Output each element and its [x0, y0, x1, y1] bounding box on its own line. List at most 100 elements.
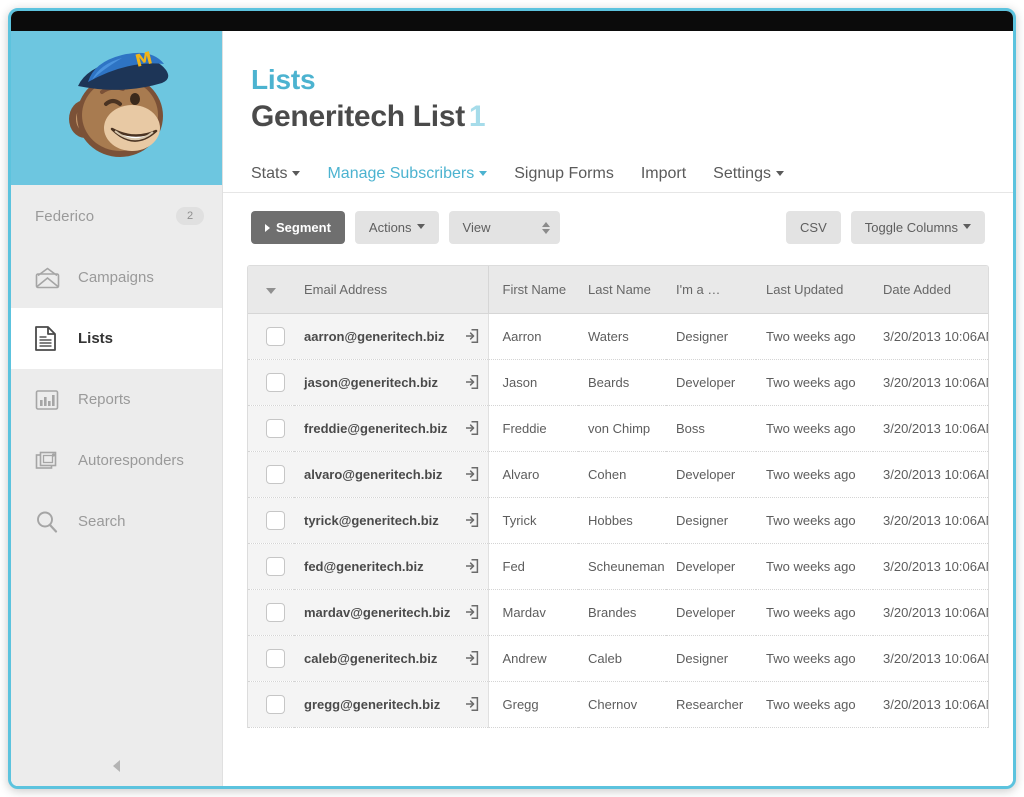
row-checkbox-cell [248, 681, 294, 727]
open-profile-icon[interactable] [465, 605, 479, 620]
table-row[interactable]: jason@generitech.bizJasonBeardsDeveloper… [248, 359, 988, 405]
cell-first-name: Freddie [488, 405, 578, 451]
row-checkbox[interactable] [266, 465, 285, 484]
email-text: caleb@generitech.biz [304, 651, 437, 666]
sidebar-item-search[interactable]: Search [11, 491, 222, 552]
open-profile-icon[interactable] [465, 467, 479, 482]
sidebar-collapse-button[interactable] [11, 760, 222, 772]
view-select-label: View [463, 220, 491, 235]
row-checkbox[interactable] [266, 373, 285, 392]
cell-first-name: Andrew [488, 635, 578, 681]
cell-date-added: 3/20/2013 10:06AM [873, 497, 988, 543]
tab-settings[interactable]: Settings [713, 165, 784, 192]
tab-label: Manage Subscribers [327, 165, 474, 182]
table-row[interactable]: aarron@generitech.bizAarronWatersDesigne… [248, 313, 988, 359]
chevron-down-icon [479, 171, 487, 176]
cell-last-name: von Chimp [578, 405, 666, 451]
column-header-role[interactable]: I'm a … [666, 266, 756, 313]
row-checkbox[interactable] [266, 419, 285, 438]
cards-icon [35, 450, 63, 472]
subscribers-table: Email Address First Name Last Name I'm a… [248, 266, 988, 728]
tab-import[interactable]: Import [641, 165, 686, 192]
cell-email: fed@generitech.biz [294, 543, 488, 589]
sidebar-item-label: Autoresponders [78, 453, 184, 468]
table-row[interactable]: caleb@generitech.bizAndrewCalebDesignerT… [248, 635, 988, 681]
open-profile-icon[interactable] [465, 651, 479, 666]
sidebar-user-badge: 2 [176, 207, 204, 225]
csv-button-label: CSV [800, 220, 827, 235]
column-header-last-updated[interactable]: Last Updated [756, 266, 873, 313]
cell-email: mardav@generitech.biz [294, 589, 488, 635]
cell-last-updated: Two weeks ago [756, 359, 873, 405]
row-checkbox-cell [248, 497, 294, 543]
open-profile-icon[interactable] [465, 559, 479, 574]
cell-last-updated: Two weeks ago [756, 635, 873, 681]
sidebar-item-autoresponders[interactable]: Autoresponders [11, 430, 222, 491]
row-checkbox[interactable] [266, 603, 285, 622]
tab-label: Stats [251, 165, 287, 182]
view-select[interactable]: View [449, 211, 560, 244]
cell-date-added: 3/20/2013 10:06AM [873, 635, 988, 681]
row-checkbox-cell [248, 589, 294, 635]
stepper-icon [542, 222, 550, 234]
cell-last-name: Cohen [578, 451, 666, 497]
cell-date-added: 3/20/2013 10:06AM [873, 543, 988, 589]
tab-signup-forms[interactable]: Signup Forms [514, 165, 614, 192]
table-row[interactable]: tyrick@generitech.bizTyrickHobbesDesigne… [248, 497, 988, 543]
table-row[interactable]: mardav@generitech.bizMardavBrandesDevelo… [248, 589, 988, 635]
page-header: Lists Generitech List1 [223, 31, 1013, 134]
cell-date-added: 3/20/2013 10:06AM [873, 451, 988, 497]
sidebar-item-reports[interactable]: Reports [11, 369, 222, 430]
open-profile-icon[interactable] [465, 329, 479, 344]
cell-first-name: Tyrick [488, 497, 578, 543]
main-content: Lists Generitech List1 Stats Manage Subs… [223, 31, 1013, 786]
email-text: alvaro@generitech.biz [304, 467, 442, 482]
cell-role: Developer [666, 543, 756, 589]
cell-email: gregg@generitech.biz [294, 681, 488, 727]
sidebar-item-lists[interactable]: Lists [11, 308, 222, 369]
open-profile-icon[interactable] [465, 697, 479, 712]
bar-chart-icon [35, 389, 63, 411]
cell-last-updated: Two weeks ago [756, 589, 873, 635]
open-profile-icon[interactable] [465, 421, 479, 436]
select-all-header[interactable] [248, 266, 294, 313]
table-row[interactable]: gregg@generitech.bizGreggChernovResearch… [248, 681, 988, 727]
segment-button[interactable]: Segment [251, 211, 345, 244]
cell-last-updated: Two weeks ago [756, 543, 873, 589]
row-checkbox[interactable] [266, 649, 285, 668]
column-header-email[interactable]: Email Address [294, 266, 488, 313]
sidebar-user-row[interactable]: Federico 2 [11, 185, 222, 247]
open-profile-icon[interactable] [465, 513, 479, 528]
toggle-columns-button[interactable]: Toggle Columns [851, 211, 985, 244]
sidebar-item-campaigns[interactable]: Campaigns [11, 247, 222, 308]
cell-date-added: 3/20/2013 10:06AM [873, 313, 988, 359]
actions-button[interactable]: Actions [355, 211, 439, 244]
email-text: freddie@generitech.biz [304, 421, 447, 436]
tab-stats[interactable]: Stats [251, 165, 300, 192]
table-header-row: Email Address First Name Last Name I'm a… [248, 266, 988, 313]
chevron-down-icon [417, 224, 425, 229]
email-text: fed@generitech.biz [304, 559, 424, 574]
open-profile-icon[interactable] [465, 375, 479, 390]
cell-role: Boss [666, 405, 756, 451]
csv-button[interactable]: CSV [786, 211, 841, 244]
row-checkbox[interactable] [266, 327, 285, 346]
row-checkbox[interactable] [266, 511, 285, 530]
envelope-icon [35, 267, 63, 289]
table-row[interactable]: freddie@generitech.biz Freddievon ChimpBo… [248, 405, 988, 451]
column-header-first-name[interactable]: First Name [488, 266, 578, 313]
column-header-last-name[interactable]: Last Name [578, 266, 666, 313]
segment-button-label: Segment [276, 220, 331, 235]
row-checkbox[interactable] [266, 695, 285, 714]
cell-email: caleb@generitech.biz [294, 635, 488, 681]
cell-email: tyrick@generitech.biz [294, 497, 488, 543]
column-header-date-added[interactable]: Date Added [873, 266, 988, 313]
chevron-down-icon[interactable] [266, 288, 276, 294]
cell-first-name: Fed [488, 543, 578, 589]
tab-manage-subscribers[interactable]: Manage Subscribers [327, 165, 487, 192]
cell-first-name: Aarron [488, 313, 578, 359]
cell-email: freddie@generitech.biz [294, 405, 488, 451]
table-row[interactable]: fed@generitech.bizFedScheunemanDeveloper… [248, 543, 988, 589]
row-checkbox[interactable] [266, 557, 285, 576]
table-row[interactable]: alvaro@generitech.bizAlvaroCohenDevelope… [248, 451, 988, 497]
